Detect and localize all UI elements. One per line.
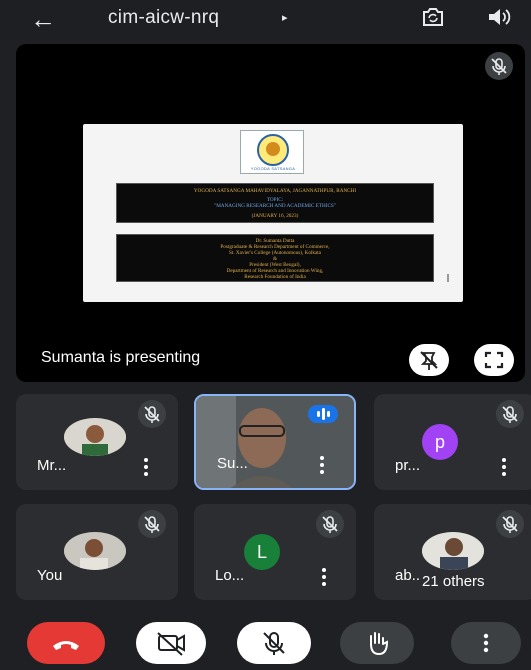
avatar: p [422, 424, 458, 460]
speaker-icon[interactable] [486, 6, 512, 28]
more-vert-icon[interactable] [316, 454, 328, 476]
more-vert-icon[interactable] [318, 566, 330, 588]
meeting-title[interactable]: cim-aicw-nrq [108, 7, 219, 29]
raise-hand-icon [370, 632, 389, 656]
participant-name: Lo... [215, 567, 245, 584]
caret-right-icon[interactable]: ▸ [282, 11, 288, 24]
more-options-button[interactable] [451, 622, 521, 664]
presenting-label: Sumanta is presenting [41, 349, 201, 366]
participant-name: Su... [217, 455, 248, 472]
mouse-cursor-icon [447, 274, 453, 282]
unpin-icon [420, 351, 438, 370]
participant-name: Mr... [37, 457, 67, 474]
speaking-indicator [308, 405, 338, 423]
leave-call-button[interactable] [27, 622, 105, 664]
more-vert-icon[interactable] [498, 456, 510, 478]
mic-off-icon [316, 510, 344, 538]
participant-tile[interactable]: p pr... [374, 394, 531, 490]
participant-tile[interactable]: L Lo... [194, 504, 356, 600]
more-vert-icon [483, 633, 489, 653]
unpin-button[interactable] [409, 344, 449, 376]
mic-off-icon [496, 510, 524, 538]
avatar [64, 418, 126, 456]
top-bar: ← cim-aicw-nrq ▸ [0, 0, 531, 40]
active-speaker-tile[interactable]: Su... [194, 394, 356, 490]
presentation-stage[interactable]: YOGODA SATSANGA YOGODA SATSANGA MAHAVIDY… [16, 44, 525, 382]
end-call-icon [53, 641, 79, 650]
mic-off-icon [138, 400, 166, 428]
mic-off-icon [485, 52, 513, 80]
slide-title-panel: YOGODA SATSANGA MAHAVIDYALAYA, JAGANNATH… [116, 183, 434, 223]
avatar: L [244, 534, 280, 570]
camera-toggle-button[interactable] [136, 622, 206, 664]
others-count[interactable]: 21 others [420, 573, 487, 590]
participant-tile[interactable]: You [16, 504, 178, 600]
institution-logo: YOGODA SATSANGA [240, 130, 304, 174]
slide-speaker-panel: Dr. Sumanta Dutta Postgraduate & Researc… [116, 234, 434, 282]
participant-name: You [37, 567, 63, 584]
arrow-left-icon[interactable]: ← [30, 6, 56, 32]
mic-toggle-button[interactable] [237, 622, 311, 664]
more-vert-icon[interactable] [140, 456, 152, 478]
raise-hand-button[interactable] [340, 622, 414, 664]
fullscreen-icon [484, 351, 504, 369]
mic-off-icon [138, 510, 166, 538]
participant-tile[interactable]: Mr... [16, 394, 178, 490]
mic-off-icon [496, 400, 524, 428]
shared-slide: YOGODA SATSANGA YOGODA SATSANGA MAHAVIDY… [83, 124, 463, 302]
avatar [64, 532, 126, 570]
mic-off-icon [263, 632, 285, 655]
avatar [422, 532, 484, 570]
flip-camera-icon[interactable] [420, 6, 446, 28]
participant-name: pr... [395, 457, 421, 474]
camera-off-icon [157, 632, 185, 656]
fullscreen-button[interactable] [474, 344, 514, 376]
